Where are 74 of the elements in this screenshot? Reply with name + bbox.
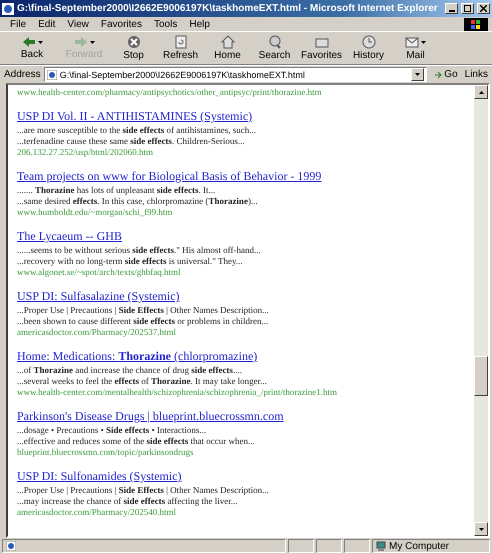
result-snippet: ...Proper Use | Precautions | Side Effects | Other Names Description... xyxy=(17,485,270,496)
result-snippet: ...of Thorazine and increase the chance of drug side effects.... xyxy=(17,365,243,376)
result-snippet: ....... Thorazine has lots of unpleasant side effects. It... xyxy=(17,185,216,196)
dropdown-button[interactable] xyxy=(411,68,424,81)
close-button[interactable] xyxy=(477,3,490,14)
search-icon xyxy=(268,35,282,49)
scrollbar[interactable] xyxy=(474,85,488,536)
maximize-button[interactable] xyxy=(461,3,474,14)
links-button[interactable]: Links xyxy=(464,69,488,80)
result-snippet: ...effective and reduces some of the side effects that occur when... xyxy=(17,436,256,447)
up-triangle-icon xyxy=(478,90,484,94)
history-icon xyxy=(362,35,376,49)
menu-item[interactable]: Tools xyxy=(148,18,184,30)
toolbar-button[interactable]: Favorites xyxy=(298,33,345,63)
result-snippet: ...terfenadine cause these same side effects. Children-Serious... xyxy=(17,136,246,147)
down-triangle-icon xyxy=(478,528,484,530)
go-arrow-icon xyxy=(434,70,442,78)
caret-icon xyxy=(415,73,420,76)
toolbar-button[interactable]: Home xyxy=(204,33,251,63)
result-url: www.algonet.se/~spot/arch/texts/ghbfaq.html xyxy=(17,267,182,278)
result-title-link[interactable]: USP DI: Sulfonamides (Systemic) xyxy=(17,469,182,483)
toolbar-button[interactable]: History xyxy=(345,33,392,63)
result-snippet: ...dosage • Precautions • Side effects • Interactions... xyxy=(17,425,208,436)
result-title-link[interactable]: Team projects on www for Biological Basis of Behavior - 1999 xyxy=(17,169,322,183)
toolbar-button[interactable]: Back xyxy=(6,33,58,63)
address-field[interactable]: G:\final-September2000\I2662E9006197K\taskhomeEXT.html xyxy=(44,67,428,82)
result-snippet: ...been shown to cause different side effects or problems in children... xyxy=(17,316,270,327)
toolbar-button[interactable]: Mail xyxy=(392,33,439,63)
result-snippet: ...are more susceptible to the side effects of antihistamines, such... xyxy=(17,125,257,136)
result-url: www.health-center.com/pharmacy/antipsychotics/other_antipsyc/print/thorazine.htm xyxy=(17,87,323,98)
result-url: www.health-center.com/mentalhealth/schizophrenia/schizophrenia_/print/thorazine1.htm xyxy=(17,387,338,398)
toolbar-button[interactable]: Search xyxy=(251,33,298,63)
window-title: G:\final-September2000\I2662E9006197K\taskhomeEXT.html - Microsoft Internet Explorer xyxy=(17,3,439,14)
menu-item[interactable]: Help xyxy=(183,18,216,30)
result-title-link[interactable]: The Lycaeum -- GHB xyxy=(17,229,122,243)
result-snippet: ...may increase the chance of side effects affecting the liver... xyxy=(17,496,238,507)
page-icon xyxy=(2,2,14,14)
menu-item[interactable]: Favorites xyxy=(94,18,148,30)
menu-item[interactable]: Edit xyxy=(32,18,62,30)
result-title-link[interactable]: Parkinson's Disease Drugs | blueprint.bluecrossmn.com xyxy=(17,409,284,423)
right-arrow-icon xyxy=(74,36,88,48)
result-title-link[interactable]: USP DI Vol. II - ANTIHISTAMINES (Systemic) xyxy=(17,109,252,123)
menu-item[interactable]: File xyxy=(4,18,32,30)
toolbar-button[interactable]: Stop xyxy=(110,33,157,63)
result-title-link[interactable]: USP DI: Sulfasalazine (Systemic) xyxy=(17,289,180,303)
result-url: americasdoctor.com/Pharmacy/202540.html xyxy=(17,507,177,518)
result-snippet: ...recovery with no long-term side effects is universal." They... xyxy=(17,256,244,267)
scroll-down-button[interactable] xyxy=(474,522,488,536)
scroll-thumb[interactable] xyxy=(474,356,488,396)
scroll-up-button[interactable] xyxy=(474,85,488,99)
result-url: blueprint.bluecrossmn.com/topic/parkinsondrugs xyxy=(17,447,194,458)
result-snippet: ...Proper Use | Precautions | Side Effects | Other Names Description... xyxy=(17,305,270,316)
minimize-button[interactable] xyxy=(445,3,458,14)
result-url: www.humboldt.edu/~morgan/schi_f99.htm xyxy=(17,207,174,218)
result-snippet: ...several weeks to feel the effects of Thorazine. It may take longer... xyxy=(17,376,268,387)
windows-logo-icon xyxy=(464,18,488,30)
toolbar-button[interactable]: Refresh xyxy=(157,33,204,63)
close-icon xyxy=(480,5,487,12)
menu-item[interactable]: View xyxy=(61,18,95,30)
left-arrow-icon xyxy=(22,36,36,48)
result-snippet: ...same desired effects. In this case, chlorpromazine (Thorazine)... xyxy=(17,196,259,207)
refresh-icon xyxy=(174,35,188,49)
mail-icon xyxy=(405,35,419,49)
result-snippet: ......seems to be without serious side effects." His almost off-hand... xyxy=(17,245,262,256)
stop-icon xyxy=(126,35,140,49)
result-title-link[interactable]: Home: Medications: Thorazine (chlorpromazine) xyxy=(17,349,258,363)
home-icon xyxy=(220,35,234,49)
maximize-icon xyxy=(464,5,471,12)
zone-label: My Computer xyxy=(389,540,450,552)
go-button[interactable]: Go xyxy=(430,69,462,80)
result-url: americasdoctor.com/Pharmacy/202537.html xyxy=(17,327,177,338)
address-label: Address xyxy=(4,69,41,80)
result-url: 206.132.27.252/usp/html/202060.htm xyxy=(17,147,154,158)
page-icon xyxy=(46,70,57,80)
